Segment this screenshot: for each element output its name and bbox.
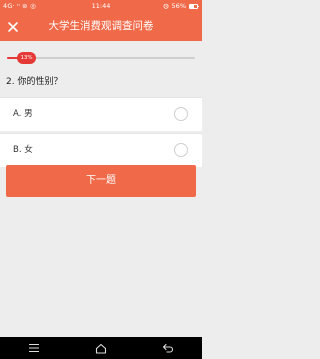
home-icon[interactable] bbox=[93, 342, 109, 354]
radio-button[interactable] bbox=[174, 107, 188, 121]
option-label: B. 女 bbox=[13, 145, 33, 155]
status-bar: 4G· ⁿ ⊜ ◎ 11:44 56% bbox=[0, 0, 202, 12]
status-right: 56% bbox=[163, 0, 199, 12]
option-female[interactable]: B. 女 bbox=[0, 133, 202, 167]
alarm-icon bbox=[163, 3, 169, 9]
option-label: A. 男 bbox=[13, 109, 33, 119]
survey-content: 13% 2. 你的性别？ A. 男 B. 女 下一题 bbox=[0, 41, 202, 337]
progress-bar: 13% bbox=[7, 52, 195, 64]
radio-button[interactable] bbox=[174, 143, 188, 157]
back-icon[interactable] bbox=[160, 342, 176, 354]
system-nav-bar bbox=[0, 337, 202, 359]
option-male[interactable]: A. 男 bbox=[0, 97, 202, 131]
menu-icon[interactable] bbox=[26, 342, 42, 354]
options-list: A. 男 B. 女 bbox=[0, 97, 202, 169]
next-question-button[interactable]: 下一题 bbox=[6, 165, 196, 197]
page-title: 大学生消费观调查问卷 bbox=[48, 20, 154, 32]
battery-percent: 56% bbox=[171, 2, 186, 10]
battery-icon bbox=[189, 3, 199, 9]
app-bar: 大学生消费观调查问卷 bbox=[0, 12, 202, 41]
question-text: 2. 你的性别？ bbox=[6, 77, 63, 87]
progress-badge: 13% bbox=[17, 52, 36, 64]
